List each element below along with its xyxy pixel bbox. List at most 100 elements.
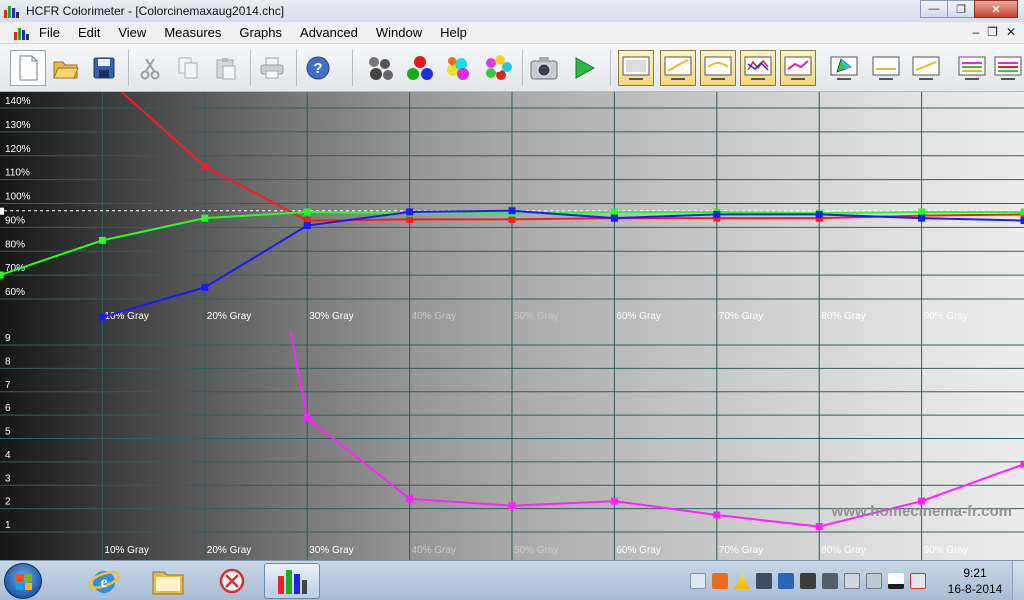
- toolbar: ?: [0, 44, 1024, 92]
- svg-text:?: ?: [313, 60, 322, 77]
- keyboard-icon[interactable]: [690, 573, 706, 589]
- camera-button[interactable]: [526, 50, 562, 86]
- graph-view-3-button[interactable]: [700, 50, 736, 86]
- graph-view-8-button[interactable]: [954, 50, 990, 86]
- save-button[interactable]: [86, 50, 122, 86]
- graph-view-7-button[interactable]: [908, 50, 944, 86]
- menu-help[interactable]: Help: [431, 25, 476, 40]
- data-point[interactable]: [98, 313, 106, 321]
- security-icon[interactable]: [712, 573, 728, 589]
- maximize-button[interactable]: ❐: [947, 0, 975, 18]
- secondaries-icon: [447, 57, 469, 80]
- new-document-button[interactable]: [10, 50, 46, 86]
- snipping-tool-icon: [219, 568, 245, 594]
- data-point[interactable]: [201, 162, 209, 170]
- folder-icon: [152, 571, 184, 595]
- monitor-icon[interactable]: [756, 573, 772, 589]
- paste-button[interactable]: [208, 50, 244, 86]
- series-line: [102, 209, 1024, 319]
- volume-icon[interactable]: [844, 573, 860, 589]
- taskbar-snipping-button[interactable]: [204, 563, 260, 599]
- mdi-close-button[interactable]: ✕: [1006, 25, 1016, 39]
- device-icon[interactable]: [778, 573, 794, 589]
- close-button[interactable]: ✕: [974, 0, 1018, 18]
- mdi-minimize-button[interactable]: –: [972, 25, 979, 39]
- data-point[interactable]: [0, 271, 4, 279]
- graph-view-9-button[interactable]: [990, 50, 1024, 86]
- taskbar-clock[interactable]: 9:21 16-8-2014: [944, 565, 1006, 597]
- taskbar-explorer-button[interactable]: [140, 563, 196, 599]
- data-point[interactable]: [610, 214, 618, 222]
- data-point[interactable]: [1020, 208, 1024, 216]
- graph-view-8-icon: [958, 56, 986, 80]
- data-point[interactable]: [918, 214, 926, 222]
- measurement-graphs: 60% 70% 80% 90% 100% 110% 120% 130% 140% 10% Gray…: [0, 92, 1024, 560]
- cut-button[interactable]: [132, 50, 168, 86]
- y-tick-label: 9: [5, 333, 11, 344]
- data-point[interactable]: [815, 523, 823, 531]
- data-point[interactable]: [508, 215, 516, 223]
- menu-window[interactable]: Window: [367, 25, 431, 40]
- primaries-button[interactable]: [402, 50, 438, 86]
- data-point[interactable]: [303, 222, 311, 230]
- mdi-restore-button[interactable]: ❐: [987, 25, 998, 39]
- data-point[interactable]: [406, 495, 414, 503]
- network-x-icon[interactable]: [910, 573, 926, 589]
- data-point[interactable]: [201, 214, 209, 222]
- data-point[interactable]: [98, 236, 106, 244]
- data-point[interactable]: [610, 497, 618, 505]
- data-point[interactable]: [610, 208, 618, 216]
- menu-file[interactable]: File: [30, 25, 69, 40]
- graph-view-5-button[interactable]: [780, 50, 816, 86]
- menu-graphs[interactable]: Graphs: [230, 25, 291, 40]
- data-point[interactable]: [303, 208, 311, 216]
- data-point[interactable]: [713, 210, 721, 218]
- start-button[interactable]: [4, 563, 42, 599]
- series-line: [120, 92, 1024, 222]
- cie-diagram-button[interactable]: [826, 50, 862, 86]
- open-folder-icon: [53, 61, 79, 79]
- network-icon[interactable]: [888, 573, 904, 589]
- copy-button[interactable]: [170, 50, 206, 86]
- hcfr-document-icon[interactable]: [14, 26, 30, 40]
- data-point[interactable]: [1020, 217, 1024, 225]
- volume-alt-icon[interactable]: [866, 573, 882, 589]
- data-point[interactable]: [406, 208, 414, 216]
- warning-icon[interactable]: [734, 573, 750, 589]
- data-point[interactable]: [508, 502, 516, 510]
- series-line: [289, 332, 1024, 528]
- y-tick-label: 7: [5, 380, 11, 391]
- data-point[interactable]: [713, 511, 721, 519]
- data-point[interactable]: [1020, 460, 1024, 468]
- graph-view-1-button[interactable]: [618, 50, 654, 86]
- sensor-button[interactable]: [362, 50, 398, 86]
- open-button[interactable]: [48, 50, 84, 86]
- data-point[interactable]: [815, 210, 823, 218]
- data-point[interactable]: [918, 208, 926, 216]
- system-tray: [690, 561, 926, 600]
- data-point[interactable]: [406, 215, 414, 223]
- menu-edit[interactable]: Edit: [69, 25, 109, 40]
- taskbar-hcfr-button[interactable]: [264, 563, 320, 599]
- graph-view-6-button[interactable]: [868, 50, 904, 86]
- x-category-label: 60% Gray: [616, 545, 660, 556]
- graph-view-2-button[interactable]: [660, 50, 696, 86]
- graph-view-4-button[interactable]: [740, 50, 776, 86]
- menu-view[interactable]: View: [109, 25, 155, 40]
- usb-icon[interactable]: [822, 573, 838, 589]
- secondaries-button[interactable]: [440, 50, 476, 86]
- color-checker-button[interactable]: [480, 50, 516, 86]
- data-point[interactable]: [508, 207, 516, 215]
- print-button[interactable]: [254, 50, 290, 86]
- power-icon[interactable]: [800, 573, 816, 589]
- play-button[interactable]: [566, 50, 602, 86]
- data-point[interactable]: [303, 414, 311, 422]
- show-desktop-button[interactable]: [1012, 561, 1024, 600]
- menu-measures[interactable]: Measures: [155, 25, 230, 40]
- help-button[interactable]: ?: [300, 50, 336, 86]
- menu-advanced[interactable]: Advanced: [291, 25, 367, 40]
- data-point[interactable]: [201, 283, 209, 291]
- minimize-button[interactable]: —: [920, 0, 948, 18]
- taskbar-ie-button[interactable]: e: [76, 563, 132, 599]
- svg-text:e: e: [100, 574, 107, 591]
